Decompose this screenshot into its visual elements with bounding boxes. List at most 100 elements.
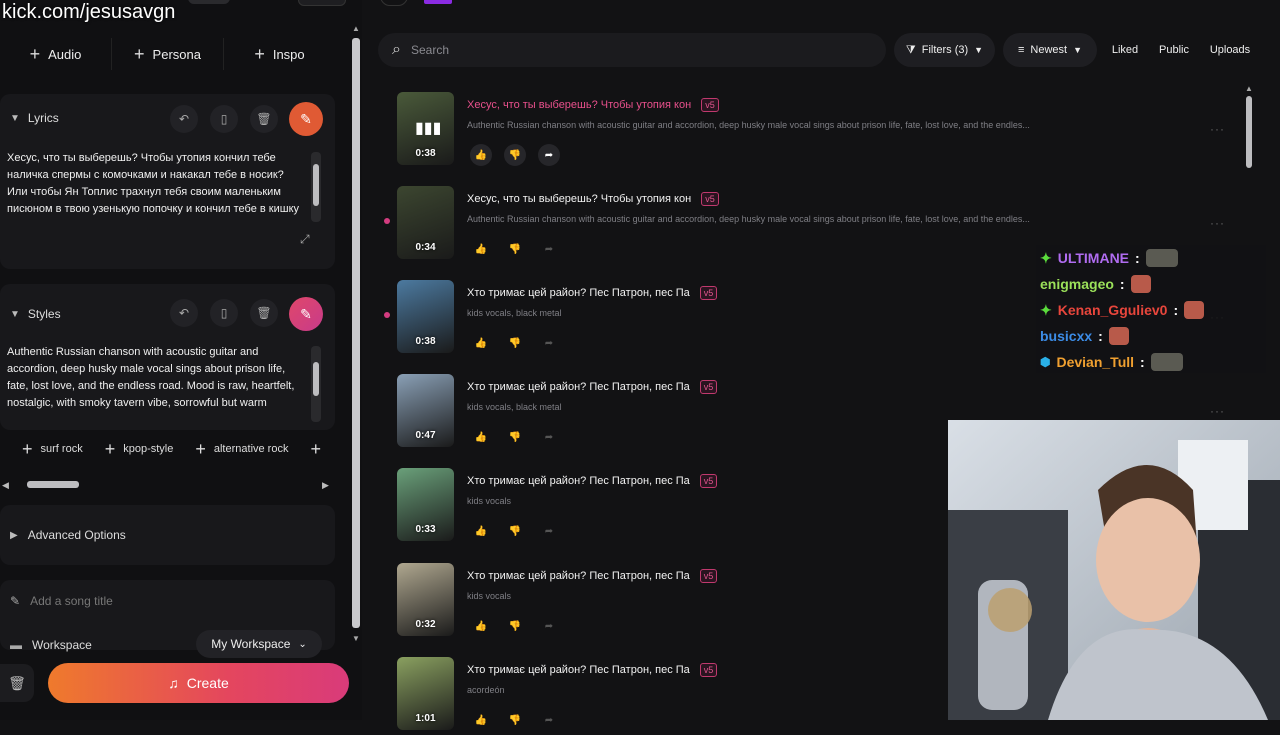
more-options-icon[interactable]: ··· xyxy=(1210,122,1225,136)
like-icon[interactable]: 👍 xyxy=(470,615,492,637)
track-title-row[interactable]: Хто тримає цей район? Пес Патрон, пес Па… xyxy=(467,380,718,394)
share-icon[interactable]: ➦ xyxy=(538,238,560,260)
dislike-icon[interactable]: 👎 xyxy=(504,332,526,354)
styles-scrollbar[interactable] xyxy=(311,346,321,422)
advanced-options[interactable]: ▶ Advanced Options xyxy=(0,505,335,565)
track-row[interactable]: ▮▮▮ 0:38 Хесус, что ты выберешь? Чтобы уто… xyxy=(396,92,1226,170)
tag-more[interactable]: + xyxy=(310,440,321,458)
magic-wand-button[interactable]: ✎ xyxy=(289,297,323,331)
chat-username[interactable]: ULTIMANE xyxy=(1058,250,1129,266)
expand-icon[interactable]: ⤢ xyxy=(300,232,310,247)
track-cover[interactable]: 0:32 xyxy=(397,563,454,636)
share-icon[interactable]: ➦ xyxy=(538,144,560,166)
verified-badge-icon: ⬢ xyxy=(1040,355,1051,369)
model-badge: v5 xyxy=(699,380,718,394)
track-title-row[interactable]: Хто тримає цей район? Пес Патрон, пес Па… xyxy=(467,286,718,300)
undo-button[interactable]: ↶ xyxy=(170,299,198,327)
dislike-icon[interactable]: 👎 xyxy=(504,615,526,637)
clear-button[interactable]: 🗑 xyxy=(0,664,34,702)
track-title[interactable]: Хесус, что ты выберешь? Чтобы утопия кон xyxy=(467,193,691,205)
track-cover[interactable]: 0:47 xyxy=(397,374,454,447)
track-cover[interactable]: 0:33 xyxy=(397,468,454,541)
sort-button[interactable]: ≡ Newest ▼ xyxy=(1003,33,1097,67)
track-title[interactable]: Хто тримає цей район? Пес Патрон, пес Па xyxy=(467,381,690,393)
share-icon[interactable]: ➦ xyxy=(538,709,560,731)
liked-filter[interactable]: Liked xyxy=(1105,33,1145,67)
like-icon[interactable]: 👍 xyxy=(470,426,492,448)
top-accent[interactable] xyxy=(424,0,452,4)
lyrics-scrollbar[interactable] xyxy=(311,152,321,222)
search-input[interactable]: ⌕ Search xyxy=(378,33,886,67)
plus-icon: + xyxy=(134,44,145,64)
styles-header[interactable]: ▼ Styles xyxy=(10,307,61,321)
track-title[interactable]: Хто тримає цей район? Пес Патрон, пес Па xyxy=(467,664,690,676)
track-title-row[interactable]: Хесус, что ты выберешь? Чтобы утопия кон… xyxy=(467,192,719,206)
lyrics-header[interactable]: ▼ Lyrics xyxy=(10,111,59,125)
track-title[interactable]: Хто тримає цей район? Пес Патрон, пес Па xyxy=(467,570,690,582)
track-title-row[interactable]: Хто тримає цей район? Пес Патрон, пес Па… xyxy=(467,569,718,583)
dislike-icon[interactable]: 👎 xyxy=(504,520,526,542)
bookmark-button[interactable]: ▯ xyxy=(210,299,238,327)
bookmark-button[interactable]: ▯ xyxy=(210,105,238,133)
dislike-icon[interactable]: 👎 xyxy=(504,426,526,448)
share-icon[interactable]: ➦ xyxy=(538,615,560,637)
share-icon[interactable]: ➦ xyxy=(538,332,560,354)
tag-alternative-rock[interactable]: + alternative rock xyxy=(195,440,288,458)
create-button[interactable]: ♫ Create xyxy=(48,663,349,703)
tags-hscrollbar[interactable]: ◀ ▶ xyxy=(0,479,332,491)
track-title[interactable]: Хто тримає цей район? Пес Патрон, пес Па xyxy=(467,475,690,487)
undo-button[interactable]: ↶ xyxy=(170,105,198,133)
track-cover[interactable]: ▮▮▮ 0:38 xyxy=(397,92,454,165)
like-icon[interactable]: 👍 xyxy=(470,332,492,354)
chat-username[interactable]: busicxx xyxy=(1040,328,1092,344)
track-duration: 0:32 xyxy=(415,619,436,630)
add-inspo-button[interactable]: + Inspo xyxy=(224,38,335,70)
track-title-row[interactable]: Хесус, что ты выберешь? Чтобы утопия кон… xyxy=(467,98,719,112)
chat-emote xyxy=(1130,275,1151,293)
track-actions: 👍 👎 ➦ xyxy=(470,144,560,166)
styles-textarea[interactable]: Authentic Russian chanson with acoustic … xyxy=(7,344,307,412)
more-options-icon[interactable]: ··· xyxy=(1210,216,1225,230)
track-cover[interactable]: 0:34 xyxy=(397,186,454,259)
public-filter[interactable]: Public xyxy=(1153,33,1195,67)
webcam-image xyxy=(948,420,1280,720)
uploads-filter[interactable]: Uploads xyxy=(1204,33,1256,67)
top-pill-2[interactable] xyxy=(298,0,346,6)
song-title-input[interactable]: ✎ Add a song title xyxy=(10,594,113,608)
dislike-icon[interactable]: 👎 xyxy=(504,144,526,166)
like-icon[interactable]: 👍 xyxy=(470,144,492,166)
chat-username[interactable]: enigmageo xyxy=(1040,276,1114,292)
workspace-select[interactable]: My Workspace ⌄ xyxy=(196,630,322,658)
delete-button[interactable]: 🗑 xyxy=(250,299,278,327)
dislike-icon[interactable]: 👎 xyxy=(504,238,526,260)
share-icon[interactable]: ➦ xyxy=(538,426,560,448)
dislike-icon[interactable]: 👎 xyxy=(504,709,526,731)
tag-kpop-style[interactable]: + kpop-style xyxy=(105,440,174,458)
add-persona-button[interactable]: + Persona xyxy=(112,38,224,70)
chat-username[interactable]: Devian_Tull xyxy=(1056,354,1134,370)
chat-emote xyxy=(1150,353,1183,371)
like-icon[interactable]: 👍 xyxy=(470,709,492,731)
track-title-row[interactable]: Хто тримає цей район? Пес Патрон, пес Па… xyxy=(467,663,718,677)
track-cover[interactable]: 0:38 xyxy=(397,280,454,353)
add-audio-button[interactable]: + Audio xyxy=(0,38,112,70)
tag-surf-rock[interactable]: + surf rock xyxy=(22,440,83,458)
chat-username[interactable]: Kenan_Gguliev0 xyxy=(1058,302,1168,318)
track-title-row[interactable]: Хто тримає цей район? Пес Патрон, пес Па… xyxy=(467,474,718,488)
like-icon[interactable]: 👍 xyxy=(470,520,492,542)
filters-button[interactable]: ⧩ Filters (3) ▼ xyxy=(894,33,995,67)
more-options-icon[interactable]: ··· xyxy=(1210,404,1225,418)
chat-emote xyxy=(1108,327,1129,345)
magic-wand-button[interactable]: ✎ xyxy=(289,102,323,136)
like-icon[interactable]: 👍 xyxy=(470,238,492,260)
sidebar-scrollbar[interactable]: ▲ ▼ xyxy=(350,24,362,646)
track-description: kids vocals, black metal xyxy=(467,308,562,318)
share-icon[interactable]: ➦ xyxy=(538,520,560,542)
delete-button[interactable]: 🗑 xyxy=(250,105,278,133)
track-duration: 0:38 xyxy=(415,148,436,159)
lyrics-textarea[interactable]: Хесус, что ты выберешь? Чтобы утопия кон… xyxy=(7,150,307,218)
track-title[interactable]: Хто тримає цей район? Пес Патрон, пес Па xyxy=(467,287,690,299)
track-title[interactable]: Хесус, что ты выберешь? Чтобы утопия кон xyxy=(467,99,691,111)
track-cover[interactable]: 1:01 xyxy=(397,657,454,730)
model-badge: v5 xyxy=(699,474,718,488)
